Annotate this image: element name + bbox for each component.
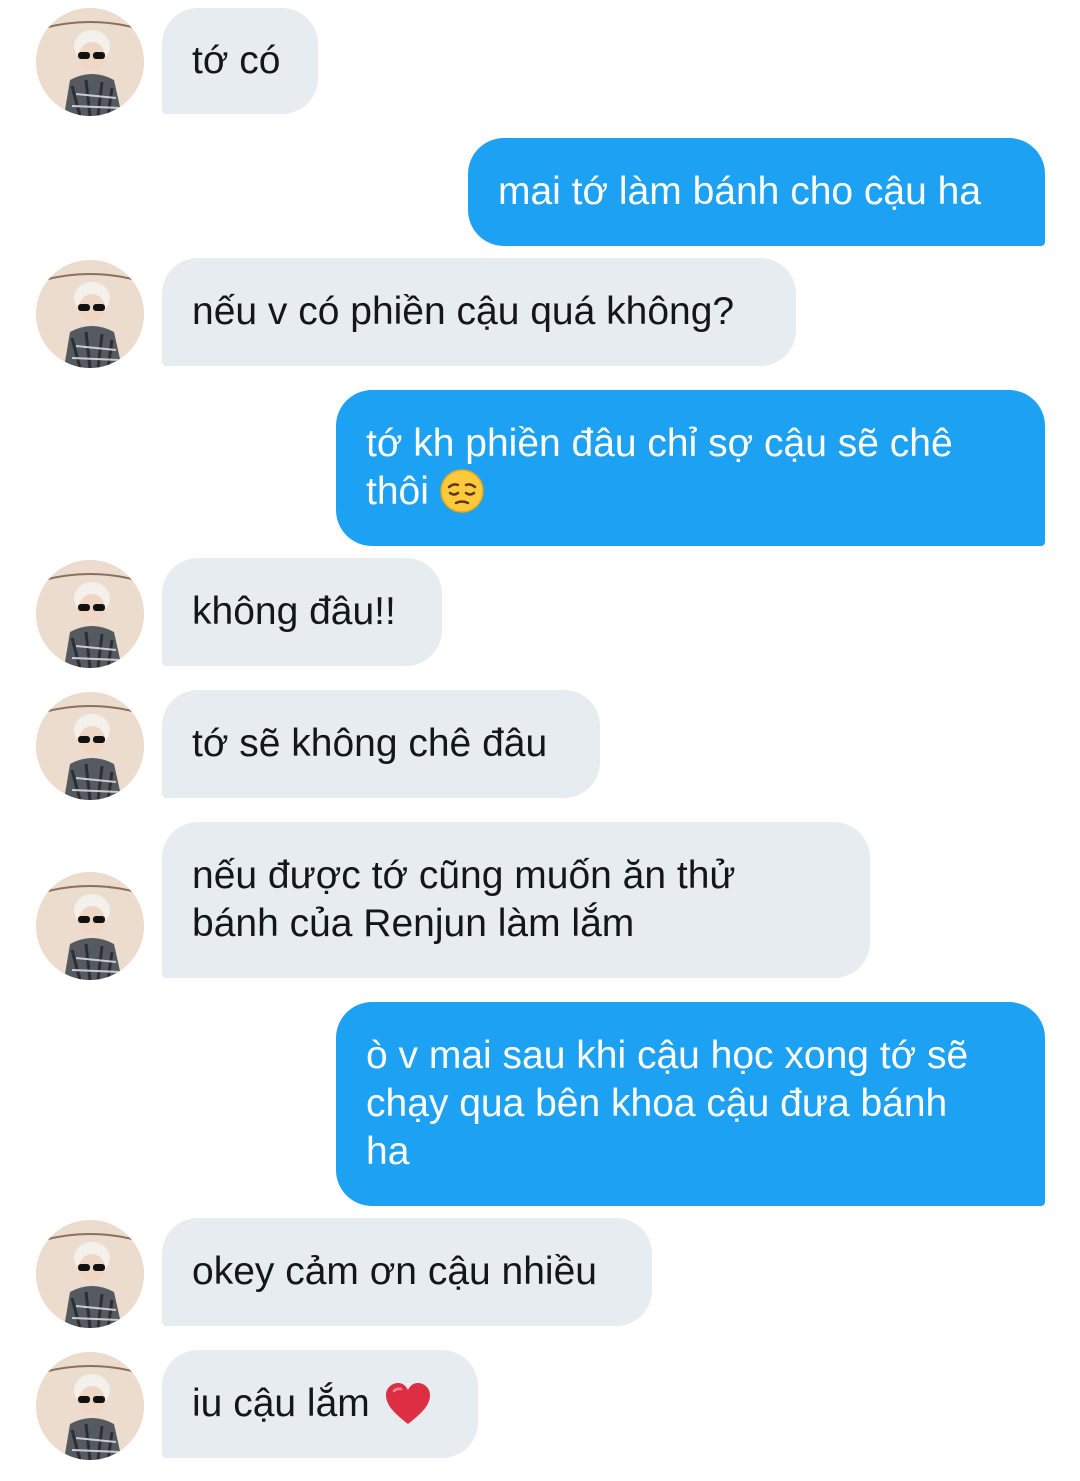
red-heart-icon: [385, 1382, 430, 1424]
message-text: mai tớ làm bánh cho cậu ha: [498, 170, 982, 213]
message-text-wrap: iu cậu lắm: [192, 1380, 432, 1428]
incoming-message[interactable]: nếu v có phiền cậu quá không?: [162, 258, 796, 366]
message-text: ò v mai sau khi cậu học xong tớ sẽ chạy …: [366, 1034, 969, 1173]
contact-avatar[interactable]: [36, 560, 144, 668]
message-text: nếu v có phiền cậu quá không?: [192, 290, 735, 333]
incoming-message[interactable]: iu cậu lắm: [162, 1350, 478, 1458]
contact-avatar[interactable]: [36, 872, 144, 980]
message-text: tớ có: [192, 39, 281, 82]
outgoing-message[interactable]: ò v mai sau khi cậu học xong tớ sẽ chạy …: [336, 1002, 1045, 1206]
message-text: okey cảm ơn cậu nhiều: [192, 1250, 597, 1293]
outgoing-message[interactable]: tớ kh phiền đâu chỉ sợ cậu sẽ chê thôi: [336, 390, 1045, 546]
avatar-image: [36, 1352, 144, 1460]
avatar-image: [36, 1220, 144, 1328]
message-text: không đâu!!: [192, 590, 396, 633]
message-text: nếu được tớ cũng muốn ăn thử bánh của Re…: [192, 854, 736, 945]
contact-avatar[interactable]: [36, 1352, 144, 1460]
avatar-image: [36, 560, 144, 668]
contact-avatar[interactable]: [36, 692, 144, 800]
message-text: iu cậu lắm: [192, 1382, 370, 1425]
incoming-message[interactable]: nếu được tớ cũng muốn ăn thử bánh của Re…: [162, 822, 870, 978]
incoming-message[interactable]: không đâu!!: [162, 558, 442, 666]
message-text: tớ sẽ không chê đâu: [192, 722, 548, 765]
avatar-image: [36, 8, 144, 116]
contact-avatar[interactable]: [36, 260, 144, 368]
incoming-message[interactable]: tớ sẽ không chê đâu: [162, 690, 600, 798]
incoming-message[interactable]: tớ có: [162, 8, 318, 114]
message-text-wrap: tớ kh phiền đâu chỉ sợ cậu sẽ chê thôi: [366, 420, 953, 516]
outgoing-message[interactable]: mai tớ làm bánh cho cậu ha: [468, 138, 1045, 246]
contact-avatar[interactable]: [36, 1220, 144, 1328]
avatar-image: [36, 872, 144, 980]
avatar-image: [36, 260, 144, 368]
pensive-face-icon: [440, 468, 484, 513]
avatar-image: [36, 692, 144, 800]
message-thread: tớ có mai tớ làm bánh cho cậu ha nếu v c…: [0, 0, 1080, 1481]
incoming-message[interactable]: okey cảm ơn cậu nhiều: [162, 1218, 652, 1326]
contact-avatar[interactable]: [36, 8, 144, 116]
